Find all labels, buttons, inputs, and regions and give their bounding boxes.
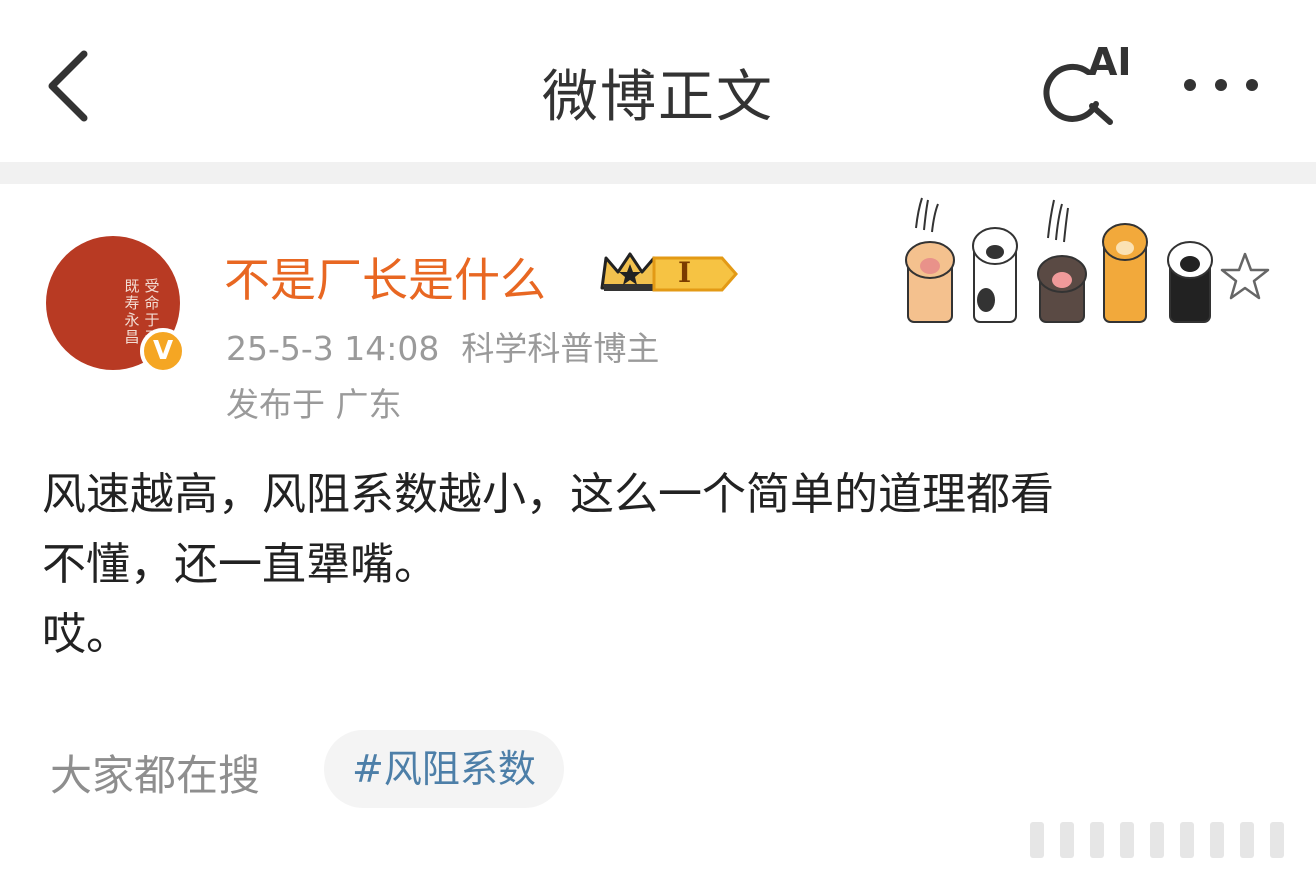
author-category: 科学科普博主 xyxy=(461,329,660,368)
top-nav-bar: 微博正文 AI xyxy=(0,0,1316,162)
ai-label: AI xyxy=(1088,40,1132,84)
post-body: 风速越高，风阻系数越小，这么一个简单的道理都看 不懂，还一直犟嘴。 哎。 xyxy=(42,469,1054,660)
level-badge-shape xyxy=(652,256,738,292)
post-location: 发布于 广东 xyxy=(226,385,402,424)
post-timestamp: 25-5-3 14:08 xyxy=(226,329,440,368)
author-name[interactable]: 不是厂长是什么 xyxy=(224,244,546,310)
level-badge-text: I xyxy=(678,256,692,289)
scroll-indicator xyxy=(1030,822,1284,858)
level-badge: I xyxy=(652,254,738,294)
verified-mark: V xyxy=(152,336,174,366)
post-meta: 25-5-3 14:08 科学科普博主 xyxy=(226,322,659,370)
more-options-button[interactable] xyxy=(1176,60,1266,110)
verified-badge: V xyxy=(140,328,186,374)
ai-search-button[interactable]: AI xyxy=(1036,40,1132,128)
related-search-label: 大家都在搜 xyxy=(50,751,261,800)
section-divider xyxy=(0,162,1316,184)
star-outline-icon[interactable] xyxy=(1218,250,1272,304)
ellipsis-icon xyxy=(1184,79,1258,91)
hashtag-chip[interactable]: #风阻系数 xyxy=(324,730,564,808)
